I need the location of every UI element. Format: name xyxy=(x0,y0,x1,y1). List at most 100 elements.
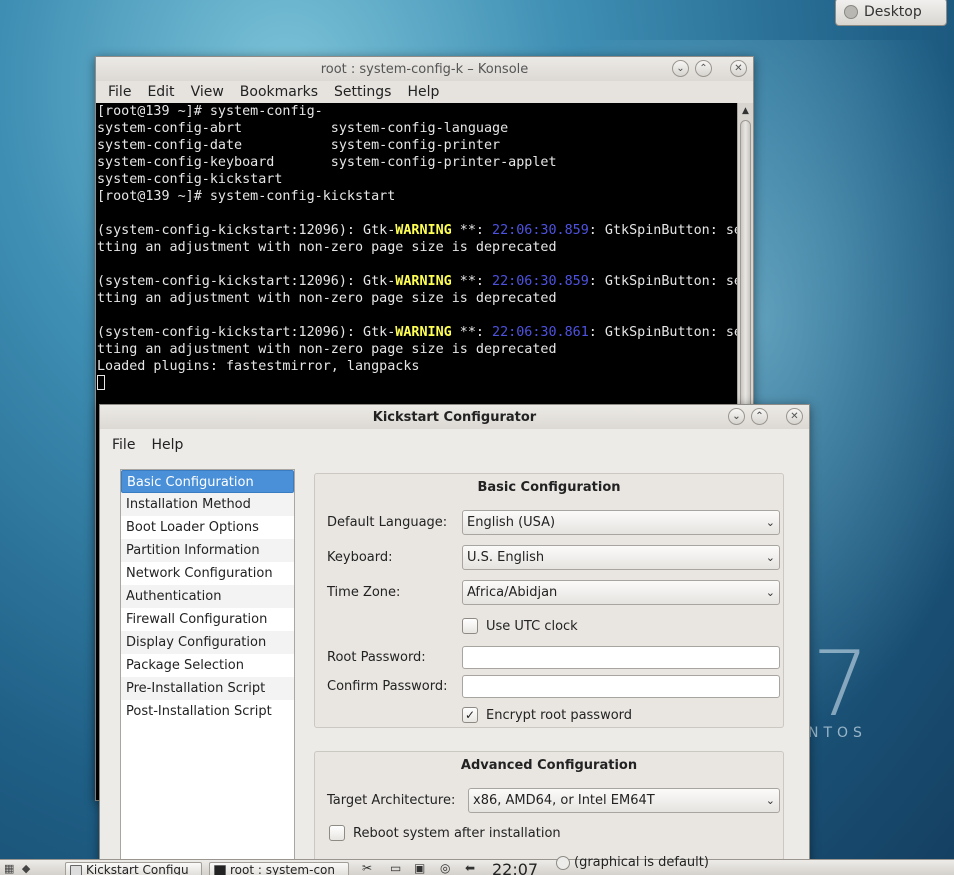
keyboard-select[interactable]: U.S. English ⌄ xyxy=(462,545,780,570)
section-authentication[interactable]: Authentication xyxy=(121,585,294,608)
reboot-after-install-box[interactable] xyxy=(329,825,345,841)
terminal-line: Loaded plugins: fastestmirror, langpacks xyxy=(97,358,737,375)
minimize-button[interactable]: ⌄ xyxy=(728,408,745,425)
root-password-field[interactable] xyxy=(462,646,780,669)
terminal-text: **: xyxy=(451,325,493,340)
section-firewall-configuration[interactable]: Firewall Configuration xyxy=(121,608,294,631)
keyboard-value: U.S. English xyxy=(467,550,545,565)
section-installation-method[interactable]: Installation Method xyxy=(121,493,294,516)
target-architecture-label: Target Architecture: xyxy=(327,793,456,808)
konsole-titlebar[interactable]: root : system-config-k – Konsole ⌄ ⌃ ✕ xyxy=(96,57,753,81)
menu-settings[interactable]: Settings xyxy=(326,84,399,100)
timestamp-text: 22:06:30.861 xyxy=(492,325,589,340)
minimize-button[interactable]: ⌄ xyxy=(672,60,689,77)
terminal-text: : GtkSpinButton: se xyxy=(588,325,738,340)
chevron-down-icon: ⌄ xyxy=(676,63,685,74)
target-architecture-select[interactable]: x86, AMD64, or Intel EM64T ⌄ xyxy=(468,788,780,813)
reboot-after-install-checkbox[interactable]: Reboot system after installation xyxy=(329,825,561,841)
terminal-text: Loaded plugins: fastestmirror, langpacks xyxy=(97,359,420,374)
target-architecture-value: x86, AMD64, or Intel EM64T xyxy=(473,793,655,808)
menu-file[interactable]: File xyxy=(104,437,143,453)
section-display-configuration[interactable]: Display Configuration xyxy=(121,631,294,654)
tray-printer-icon[interactable]: ▣ xyxy=(414,861,425,875)
task-konsole[interactable]: root : system-con xyxy=(209,862,349,875)
encrypt-root-password-checkbox[interactable]: ✓ Encrypt root password xyxy=(462,707,632,723)
terminal-line: (system-config-kickstart:12096): Gtk-WAR… xyxy=(97,273,738,290)
terminal-cursor xyxy=(97,375,105,390)
utc-clock-label: Use UTC clock xyxy=(486,618,578,634)
terminal-text: **: xyxy=(451,274,493,289)
section-partition-information[interactable]: Partition Information xyxy=(121,539,294,562)
default-language-select[interactable]: English (USA) ⌄ xyxy=(462,510,780,535)
terminal-line: system-config-kickstart xyxy=(97,171,737,188)
terminal-line: [root@139 ~]# system-config-kickstart xyxy=(97,188,737,205)
terminal-text: system-config-keyboard system-config-pri… xyxy=(97,155,557,170)
tray-clipboard-icon[interactable]: ▭ xyxy=(390,861,401,875)
tray-network-icon[interactable]: ◎ xyxy=(440,861,450,875)
terminal-line: (system-config-kickstart:12096): Gtk-WAR… xyxy=(97,222,738,239)
kickstart-titlebar[interactable]: Kickstart Configurator ⌄ ⌃ ✕ xyxy=(100,405,809,429)
terminal-line: (system-config-kickstart:12096): Gtk-WAR… xyxy=(97,324,738,341)
menu-bookmarks[interactable]: Bookmarks xyxy=(232,84,326,100)
maximize-button[interactable]: ⌃ xyxy=(751,408,768,425)
section-pre-installation-script[interactable]: Pre-Installation Script xyxy=(121,677,294,700)
taskbar-clock[interactable]: 22:07 xyxy=(492,860,538,875)
kickstart-window[interactable]: Kickstart Configurator ⌄ ⌃ ✕ File Help B… xyxy=(99,404,810,875)
tray-tools-icon[interactable]: ✂ xyxy=(362,861,372,875)
time-zone-label: Time Zone: xyxy=(327,585,401,600)
menu-edit[interactable]: Edit xyxy=(139,84,182,100)
desktop-pager[interactable]: Desktop xyxy=(835,0,947,26)
default-language-label: Default Language: xyxy=(327,515,448,530)
close-button[interactable]: ✕ xyxy=(786,408,803,425)
menu-view[interactable]: View xyxy=(183,84,232,100)
time-zone-select[interactable]: Africa/Abidjan ⌄ xyxy=(462,580,780,605)
encrypt-root-password-label: Encrypt root password xyxy=(486,707,633,723)
menu-help[interactable]: Help xyxy=(399,84,447,100)
warning-text: WARNING xyxy=(395,325,452,340)
tray-arrow-icon[interactable]: ⬅ xyxy=(465,861,475,875)
section-post-installation-script[interactable]: Post-Installation Script xyxy=(121,700,294,723)
section-list: Basic Configuration Installation Method … xyxy=(120,469,295,869)
utc-clock-checkbox[interactable]: Use UTC clock xyxy=(462,618,578,634)
terminal-text: system-config-abrt system-config-languag… xyxy=(97,121,509,136)
maximize-button[interactable]: ⌃ xyxy=(695,60,712,77)
app-launcher-icon[interactable]: ▦ ◆ xyxy=(4,862,32,875)
section-basic-configuration[interactable]: Basic Configuration xyxy=(121,470,294,493)
task-kickstart[interactable]: Kickstart Configu xyxy=(65,862,202,875)
terminal-line: system-config-date system-config-printer xyxy=(97,137,737,154)
reboot-after-install-label: Reboot system after installation xyxy=(353,825,561,841)
root-password-label: Root Password: xyxy=(327,650,426,665)
section-package-selection[interactable]: Package Selection xyxy=(121,654,294,677)
confirm-password-field[interactable] xyxy=(462,675,780,698)
confirm-password-label: Confirm Password: xyxy=(327,679,448,694)
time-zone-value: Africa/Abidjan xyxy=(467,585,558,600)
close-icon: ✕ xyxy=(790,411,799,422)
terminal-text: (system-config-kickstart:12096): Gtk- xyxy=(97,274,396,289)
chevron-down-icon: ⌄ xyxy=(765,586,775,599)
warning-text: WARNING xyxy=(395,274,452,289)
warning-text: WARNING xyxy=(395,223,452,238)
basic-configuration-title: Basic Configuration xyxy=(477,480,621,495)
terminal-line: system-config-abrt system-config-languag… xyxy=(97,120,737,137)
centos-brand-text: NTOS xyxy=(808,725,867,741)
close-icon: ✕ xyxy=(734,63,743,74)
advanced-configuration-panel: Advanced Configuration Target Architectu… xyxy=(314,751,784,875)
menu-help[interactable]: Help xyxy=(143,437,191,453)
checkmark-icon[interactable]: ✓ xyxy=(462,707,478,723)
utc-clock-box[interactable] xyxy=(462,618,478,634)
application-icon xyxy=(70,865,82,875)
timestamp-text: 22:06:30.859 xyxy=(492,223,589,238)
section-boot-loader-options[interactable]: Boot Loader Options xyxy=(121,516,294,539)
scroll-up-icon[interactable]: ▲ xyxy=(738,103,753,119)
terminal-text: tting an adjustment with non-zero page s… xyxy=(97,342,557,357)
section-network-configuration[interactable]: Network Configuration xyxy=(121,562,294,585)
radio-icon[interactable] xyxy=(556,855,570,870)
advanced-configuration-title: Advanced Configuration xyxy=(460,758,638,773)
close-button[interactable]: ✕ xyxy=(730,60,747,77)
terminal-text: system-config-kickstart xyxy=(97,172,283,187)
konsole-menubar: File Edit View Bookmarks Settings Help xyxy=(96,81,753,103)
terminal-text: : GtkSpinButton: se xyxy=(588,274,738,289)
menu-file[interactable]: File xyxy=(100,84,139,100)
